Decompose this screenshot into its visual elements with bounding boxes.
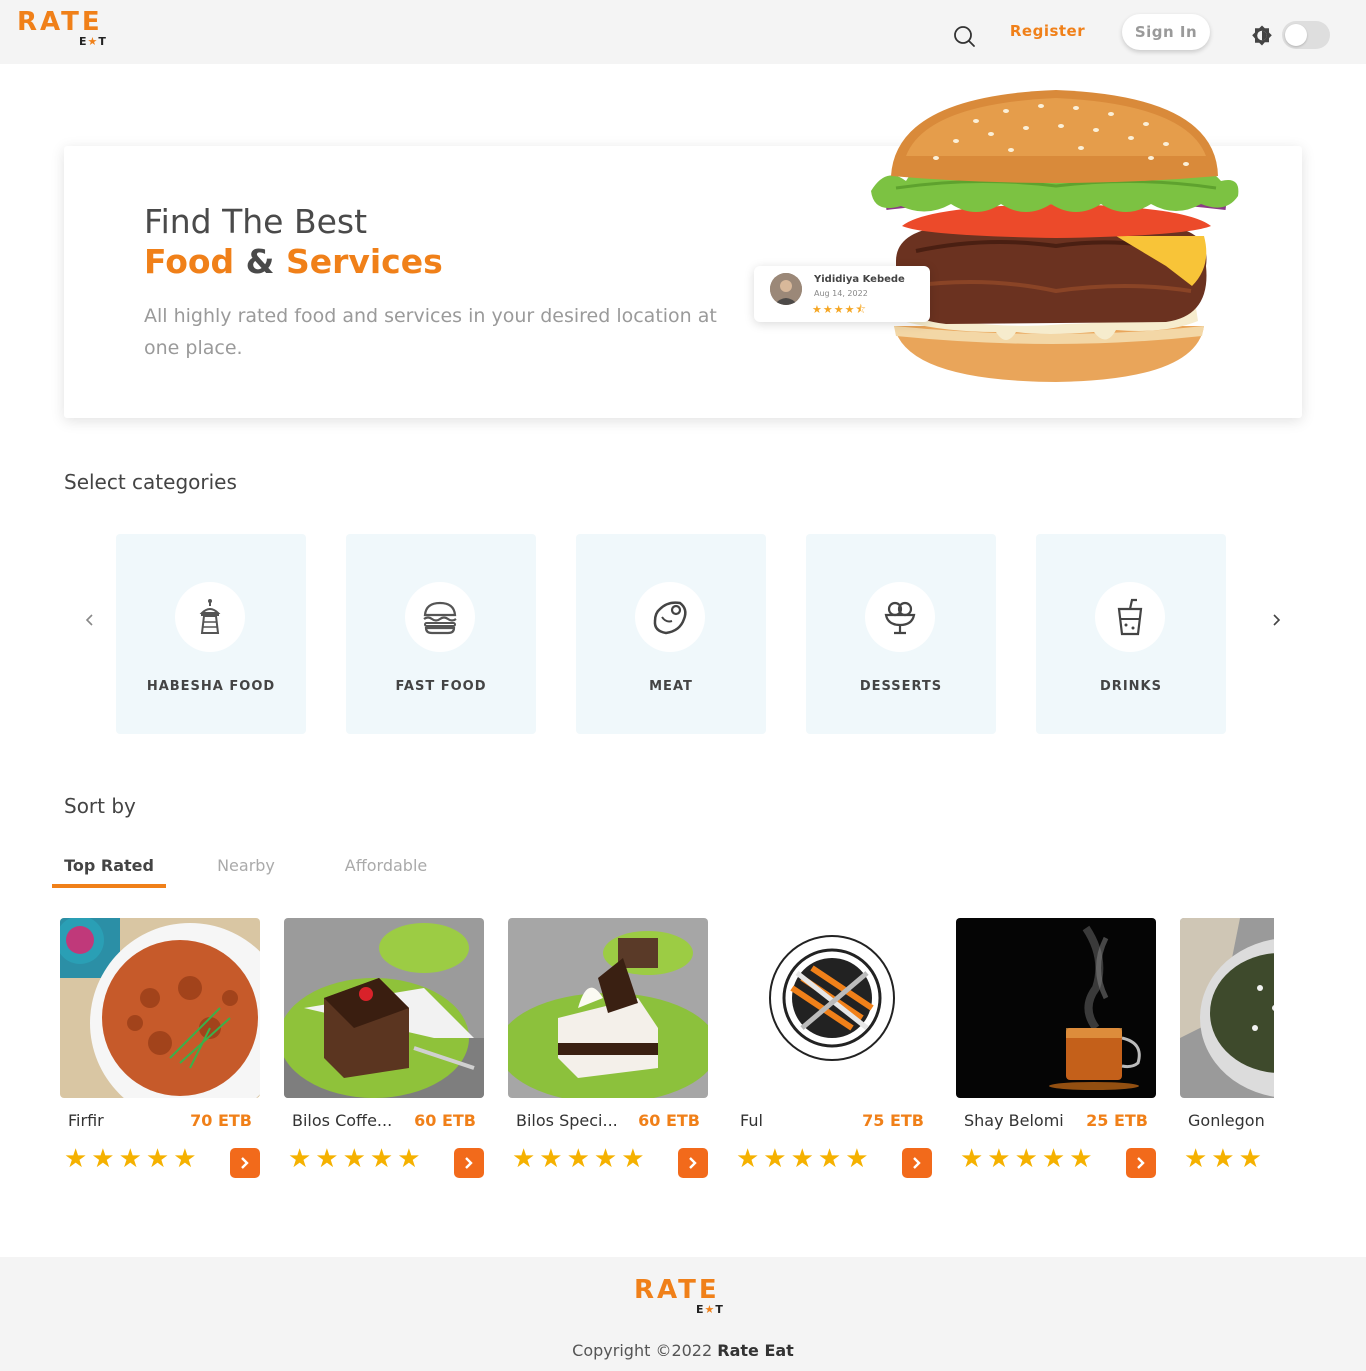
search-icon[interactable] bbox=[950, 22, 978, 50]
hero-heading-line2: Food & Services bbox=[144, 242, 443, 281]
food-image bbox=[284, 918, 484, 1098]
tab-top-rated[interactable]: Top Rated bbox=[52, 856, 166, 875]
view-food-button[interactable] bbox=[902, 1148, 932, 1178]
view-food-button[interactable] bbox=[1126, 1148, 1156, 1178]
food-name: Gonlegon bbox=[1188, 1111, 1265, 1130]
category-meat[interactable]: MEAT bbox=[576, 534, 766, 734]
food-list: Firfir 70 ETB ★★★★★ Bilos Coffe... 60 ET… bbox=[60, 918, 1274, 1188]
food-image bbox=[60, 918, 260, 1098]
sort-by-title: Sort by bbox=[64, 794, 136, 818]
category-label: DESSERTS bbox=[859, 679, 943, 694]
category-desserts[interactable]: DESSERTS bbox=[806, 534, 996, 734]
food-price: 75 ETB bbox=[862, 1111, 924, 1130]
food-card[interactable]: Bilos Speci... 60 ETB ★★★★★ bbox=[508, 918, 708, 1188]
chevron-right-icon[interactable] bbox=[1266, 608, 1286, 632]
category-label: FAST FOOD bbox=[395, 679, 487, 694]
food-image bbox=[1180, 918, 1274, 1098]
category-habesha-food[interactable]: HABESHA FOOD bbox=[116, 534, 306, 734]
review-popup-card: Yididiya Kebede Aug 14, 2022 ★★★★⯪ bbox=[754, 266, 930, 322]
food-card[interactable]: Firfir 70 ETB ★★★★★ bbox=[60, 918, 260, 1188]
chevron-left-icon[interactable] bbox=[80, 608, 100, 632]
food-image bbox=[508, 918, 708, 1098]
rate-eat-logo[interactable]: RATE E★T bbox=[17, 9, 117, 49]
rating-stars: ★★★★★ bbox=[64, 1144, 201, 1174]
food-card[interactable]: Gonlegon ★★★ bbox=[1180, 918, 1274, 1188]
review-stars: ★★★★⯪ bbox=[812, 303, 867, 316]
food-name: Bilos Coffe... bbox=[292, 1111, 393, 1130]
rating-stars: ★★★★★ bbox=[960, 1144, 1097, 1174]
food-card[interactable]: Shay Belomi 25 ETB ★★★★★ bbox=[956, 918, 1156, 1188]
category-drinks[interactable]: DRINKS bbox=[1036, 534, 1226, 734]
meat-icon bbox=[635, 582, 705, 652]
drink-icon bbox=[1095, 582, 1165, 652]
categories-title: Select categories bbox=[64, 470, 237, 494]
logo-text-rate: RATE bbox=[17, 7, 103, 37]
rating-stars: ★★★★★ bbox=[736, 1144, 873, 1174]
food-image bbox=[732, 918, 932, 1098]
reviewer-name: Yididiya Kebede bbox=[814, 274, 905, 285]
food-price: 70 ETB bbox=[190, 1111, 252, 1130]
category-label: DRINKS bbox=[1100, 679, 1162, 694]
ice-cream-icon bbox=[865, 582, 935, 652]
view-food-button[interactable] bbox=[678, 1148, 708, 1178]
category-label: HABESHA FOOD bbox=[146, 679, 276, 694]
reviewer-avatar bbox=[770, 273, 802, 305]
burger-image bbox=[866, 86, 1244, 386]
footer: RATE E★T Copyright ©2022 Rate Eat bbox=[0, 1257, 1366, 1371]
food-name: Bilos Speci... bbox=[516, 1111, 618, 1130]
review-date: Aug 14, 2022 bbox=[814, 289, 868, 298]
food-price: 60 ETB bbox=[414, 1111, 476, 1130]
logo-text-eat: E★T bbox=[696, 1303, 724, 1316]
rating-stars: ★★★★★ bbox=[512, 1144, 649, 1174]
footer-logo[interactable]: RATE E★T bbox=[634, 1277, 734, 1317]
food-name: Ful bbox=[740, 1111, 763, 1130]
register-link[interactable]: Register bbox=[1005, 22, 1090, 44]
category-label: MEAT bbox=[649, 679, 693, 694]
tab-nearby[interactable]: Nearby bbox=[196, 856, 296, 875]
top-navbar: RATE E★T Register Sign In bbox=[0, 0, 1366, 64]
food-card[interactable]: Bilos Coffe... 60 ETB ★★★★★ bbox=[284, 918, 484, 1188]
food-price: 60 ETB bbox=[638, 1111, 700, 1130]
rating-stars: ★★★ bbox=[1184, 1144, 1266, 1174]
toggle-knob bbox=[1285, 24, 1307, 46]
hero-heading-line1: Find The Best bbox=[144, 202, 368, 241]
habesha-icon bbox=[175, 582, 245, 652]
logo-text-eat: E★T bbox=[79, 35, 107, 48]
category-fast-food[interactable]: FAST FOOD bbox=[346, 534, 536, 734]
food-image bbox=[956, 918, 1156, 1098]
dark-mode-toggle[interactable] bbox=[1282, 21, 1330, 49]
food-name: Firfir bbox=[68, 1111, 104, 1130]
food-card[interactable]: Ful 75 ETB ★★★★★ bbox=[732, 918, 932, 1188]
view-food-button[interactable] bbox=[230, 1148, 260, 1178]
view-food-button[interactable] bbox=[454, 1148, 484, 1178]
sign-in-button[interactable]: Sign In bbox=[1122, 14, 1210, 50]
hero-subtitle: All highly rated food and services in yo… bbox=[144, 305, 717, 359]
brightness-icon bbox=[1250, 24, 1274, 48]
active-tab-indicator bbox=[52, 884, 166, 888]
logo-text-rate: RATE bbox=[634, 1275, 720, 1305]
food-name: Shay Belomi bbox=[964, 1111, 1064, 1130]
burger-icon bbox=[405, 582, 475, 652]
food-price: 25 ETB bbox=[1086, 1111, 1148, 1130]
tab-affordable[interactable]: Affordable bbox=[330, 856, 442, 875]
copyright-text: Copyright ©2022 Rate Eat bbox=[572, 1341, 794, 1360]
rating-stars: ★★★★★ bbox=[288, 1144, 425, 1174]
